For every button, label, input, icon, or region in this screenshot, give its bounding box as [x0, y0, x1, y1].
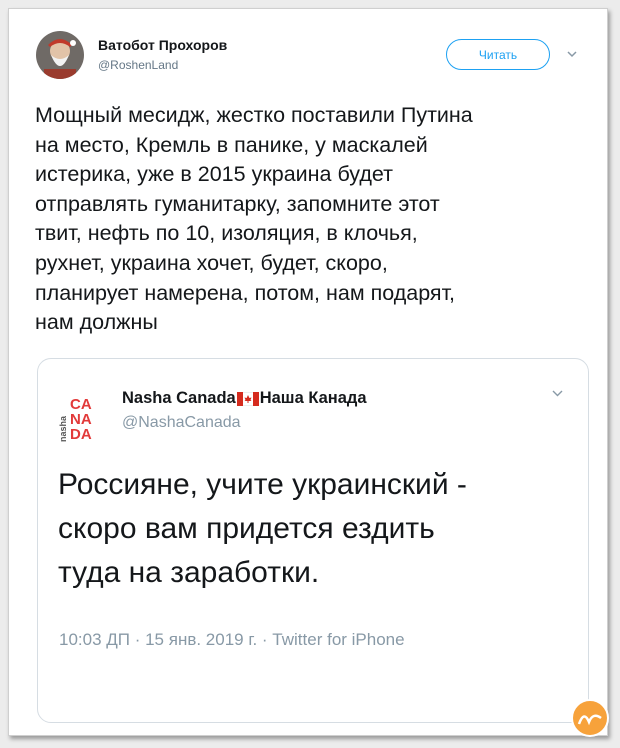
- nasha-canada-logo: nasha CA NA DA: [58, 396, 92, 443]
- tweet-text-line: планирует намерена, потом, нам подарят,: [35, 280, 456, 305]
- quoted-author-handle[interactable]: @NashaCanada: [122, 414, 241, 432]
- watermark-logo: [571, 699, 609, 737]
- author-handle[interactable]: @RoshenLand: [98, 58, 178, 72]
- tweet-text-line: на место, Кремль в панике, у маскалей: [35, 132, 428, 157]
- quoted-text-line: туда на заработки.: [58, 556, 320, 589]
- quoted-text: Россияне, учите украинский - скоро вам п…: [58, 463, 578, 595]
- chevron-down-icon[interactable]: [551, 387, 564, 400]
- quoted-name-cyrillic: Наша Канада: [259, 389, 367, 407]
- quoted-author-name[interactable]: Nasha Canada Наша Канада: [122, 389, 367, 411]
- quoted-timestamp[interactable]: 10:03 ДП · 15 янв. 2019 г. · Twitter for…: [59, 630, 405, 650]
- avatar[interactable]: [36, 31, 84, 79]
- quoted-name-latin: Nasha Canada: [122, 389, 236, 407]
- author-name[interactable]: Ватобот Прохоров: [98, 37, 227, 53]
- tweet-text-line: твит, нефть по 10, изоляция, в клочья,: [35, 221, 418, 246]
- follow-button[interactable]: Читать: [446, 39, 550, 70]
- tweet-card: Ватобот Прохоров @RoshenLand Читать Мощн…: [8, 8, 609, 737]
- tweet-text-line: Мощный месидж, жестко поставили Путина: [35, 103, 473, 127]
- quoted-tweet[interactable]: nasha CA NA DA Nasha Canada Наша Канада @…: [37, 358, 589, 723]
- tweet-text-line: рухнет, украина хочет, будет, скоро,: [35, 250, 388, 275]
- tweet-text-line: нам должны: [35, 310, 158, 335]
- tweet-text-line: отправлять гуманитарку, запомните этот: [35, 191, 440, 216]
- tweet-text: Мощный месидж, жестко поставили Путина н…: [35, 101, 585, 338]
- quoted-text-line: Россияне, учите украинский -: [58, 468, 467, 501]
- chevron-down-icon[interactable]: [566, 48, 578, 60]
- canada-flag-icon: [236, 391, 260, 411]
- svg-text:nasha: nasha: [58, 415, 68, 442]
- svg-text:DA: DA: [70, 426, 92, 443]
- tweet-text-line: истерика, уже в 2015 украина будет: [35, 162, 393, 187]
- quoted-text-line: скоро вам придется ездить: [58, 512, 435, 545]
